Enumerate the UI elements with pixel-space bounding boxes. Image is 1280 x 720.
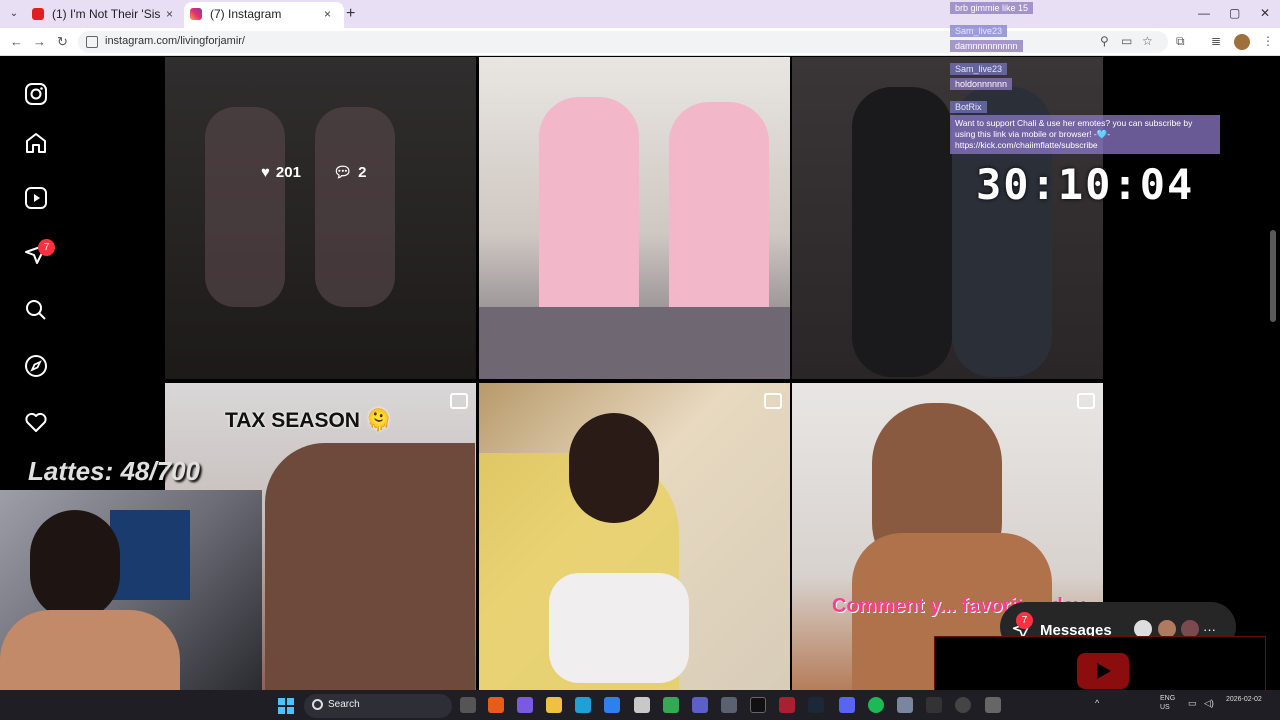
webcam-overlay [0, 490, 262, 690]
page-scrollbar[interactable] [1270, 230, 1276, 322]
post-hover-stats: ♥ 201 💬︎ 2 [261, 163, 367, 181]
tiktok-icon[interactable] [750, 697, 766, 713]
post-thumbnail[interactable]: ♥ 201 💬︎ 2 [165, 57, 476, 379]
app-icon[interactable] [721, 697, 737, 713]
carousel-icon [764, 393, 782, 409]
file-explorer-icon[interactable] [546, 697, 562, 713]
taskbar-search[interactable]: Search [304, 694, 452, 718]
reel-icon [1077, 393, 1095, 409]
profile-avatar[interactable] [1234, 34, 1250, 50]
network-icon[interactable]: ▭ [1188, 699, 1197, 708]
store-icon[interactable] [634, 697, 650, 713]
post-caption-overlay: TAX SEASON 🫠 [225, 409, 392, 432]
app-icon[interactable] [517, 697, 533, 713]
instagram-logo-icon[interactable] [24, 82, 48, 106]
tab-close-icon[interactable]: × [166, 2, 173, 26]
edge-icon[interactable] [575, 697, 591, 713]
explore-icon[interactable] [24, 354, 48, 378]
search-icon [312, 699, 323, 710]
post-thumbnail[interactable] [479, 383, 790, 705]
instagram-icon [190, 8, 202, 20]
chrome-icon[interactable] [663, 697, 679, 713]
notification-badge: 7 [38, 239, 55, 256]
back-icon[interactable]: ← [10, 34, 23, 49]
site-info-icon[interactable] [86, 36, 98, 48]
region-code: US [1160, 704, 1170, 711]
tab-close-icon[interactable]: × [324, 2, 331, 26]
forward-icon[interactable]: → [33, 34, 46, 49]
search-icon[interactable] [24, 298, 48, 322]
start-icon[interactable] [278, 698, 294, 714]
youtube-icon [32, 8, 44, 20]
likes-count: 201 [275, 164, 301, 181]
language-indicator[interactable]: ENG US [1160, 694, 1175, 712]
reels-icon[interactable] [24, 186, 48, 210]
app-icon[interactable] [926, 697, 942, 713]
chat-subscribe-message: Want to support Chali & use her emotes? … [950, 115, 1220, 154]
volume-icon[interactable]: ◁) [1204, 699, 1214, 708]
new-tab-button[interactable]: + [346, 5, 355, 23]
home-icon[interactable] [24, 131, 48, 155]
tab-title: (1) I'm Not Their 'Sister' - I Had [52, 7, 160, 21]
app-icon[interactable] [779, 697, 795, 713]
post-image [479, 57, 790, 379]
chat-message: brb gimmie like 15 [950, 2, 1034, 14]
notepad-icon[interactable] [897, 697, 913, 713]
clock[interactable]: 2026-02-02 [1226, 694, 1262, 705]
clock-date: 2026-02-02 [1226, 696, 1262, 703]
post-thumbnail[interactable] [479, 57, 790, 379]
heart-icon: ♥ [261, 164, 270, 181]
chat-message: damnnnnnnnnn [950, 40, 1023, 52]
stream-timer: 30:10:04 [976, 160, 1195, 209]
reel-icon [450, 393, 468, 409]
chat-username: BotRix [950, 101, 987, 113]
language-code: ENG [1160, 695, 1176, 702]
search-label: Search [328, 699, 360, 710]
tab-title: (7) Instagram [210, 7, 282, 21]
spotify-icon[interactable] [868, 697, 884, 713]
maximize-button[interactable]: ▢ [1229, 6, 1240, 20]
app-icon[interactable] [604, 697, 620, 713]
app-icon[interactable] [488, 697, 504, 713]
chat-username: Sam_live23 [950, 25, 1008, 37]
url-text[interactable]: instagram.com/livingforjamir/ [105, 35, 245, 47]
browser-menu-icon[interactable]: ⋮ [1262, 34, 1274, 48]
more-icon: ··· [1203, 622, 1216, 637]
tab-youtube[interactable]: (1) I'm Not Their 'Sister' - I Had × [26, 2, 182, 28]
screen: ⌄ (1) I'm Not Their 'Sister' - I Had × (… [0, 0, 1280, 720]
steam-icon[interactable] [808, 697, 824, 713]
teams-icon[interactable] [692, 697, 708, 713]
chat-username: Sam_live23 [950, 63, 1008, 75]
stream-chat-overlay: brb gimmie like 15 Sam_live23 damnnnnnnn… [950, 0, 1220, 160]
obs-icon[interactable] [955, 697, 971, 713]
tab-instagram[interactable]: (7) Instagram × [184, 2, 344, 28]
messages-badge: 7 [1016, 612, 1033, 629]
reload-icon[interactable]: ↻ [57, 34, 68, 50]
app-icon[interactable] [985, 697, 1001, 713]
discord-icon[interactable] [839, 697, 855, 713]
post-image [165, 57, 476, 379]
lattes-goal: Lattes: 48/700 [28, 456, 200, 486]
chat-message: holdonnnnnn [950, 78, 1013, 90]
task-view-icon[interactable] [460, 697, 476, 713]
youtube-overlay [934, 636, 1266, 698]
heart-icon[interactable] [24, 410, 48, 434]
comments-count: 2 [358, 164, 367, 181]
close-window-button[interactable]: ✕ [1260, 6, 1270, 20]
tab-search-dropdown-icon[interactable]: ⌄ [6, 6, 22, 22]
post-image [479, 383, 790, 705]
windows-taskbar: Search ^ ENG US ▭ ◁) 2026-02-02 [0, 690, 1280, 720]
tray-chevron-icon[interactable]: ^ [1095, 699, 1099, 708]
comment-icon: 💬︎ [333, 164, 353, 181]
youtube-play-icon [1077, 653, 1129, 689]
